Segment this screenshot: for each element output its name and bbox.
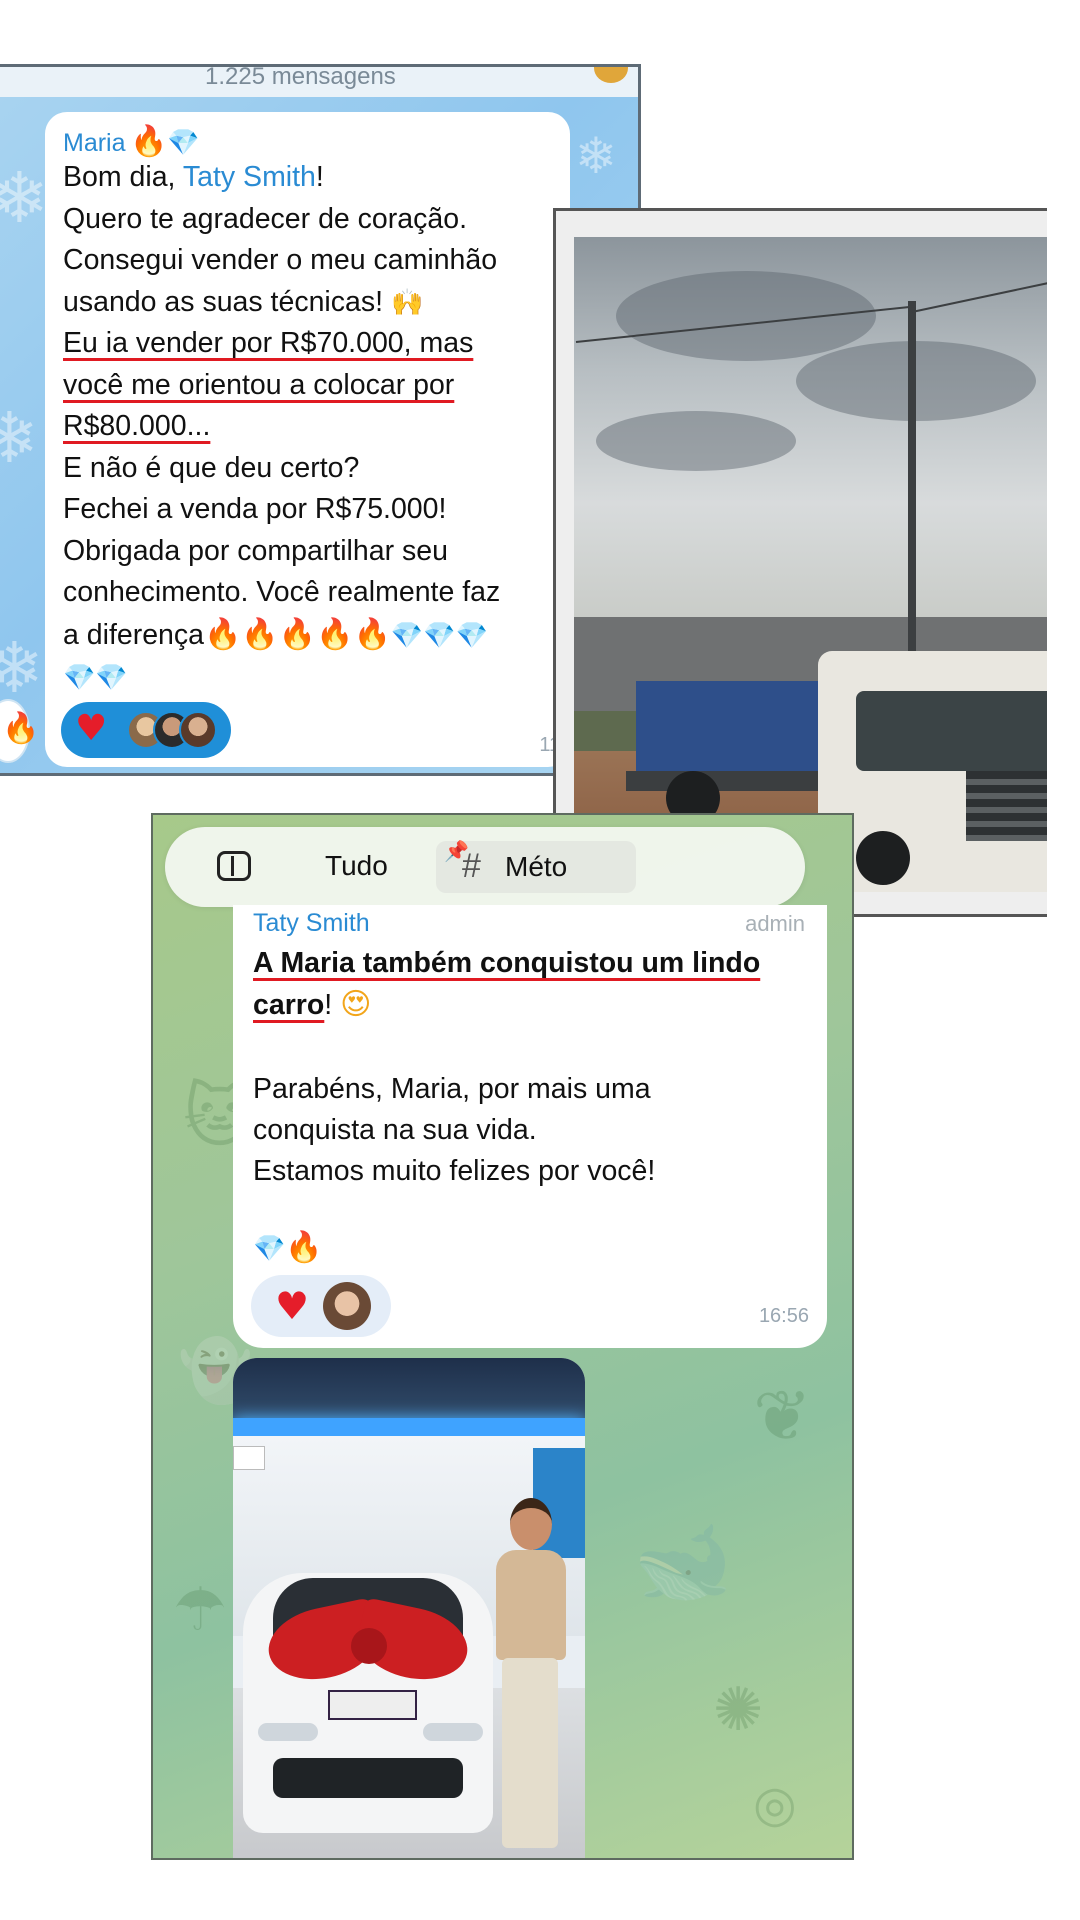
fire-icon: 🔥 [204, 616, 242, 652]
message-count: 1.225 mensagens [205, 64, 396, 90]
maria-message-bubble[interactable]: Maria 🔥💎 Bom dia, Taty Smith! Quero te a… [45, 112, 588, 767]
highlighted-text: R$80.000... [63, 410, 211, 442]
avatar [179, 711, 217, 749]
message-count-bar: 1.225 mensagens [0, 67, 638, 97]
gem-icon: 💎 [63, 663, 96, 693]
admin-badge: admin [745, 911, 805, 936]
gem-icon: 💎 [390, 620, 424, 651]
person [488, 1498, 578, 1858]
mention-link[interactable]: Taty Smith [183, 161, 316, 193]
message-time: 16:56 [758, 1305, 809, 1327]
message-text: Bom dia, Taty Smith! Quero te agradecer … [63, 157, 563, 700]
highlighted-text: você me orientou a colocar por [63, 368, 455, 401]
dino-doodle-icon: ☂ [173, 1575, 227, 1645]
avatar [323, 1282, 371, 1330]
snowflake-icon: ❄ [0, 627, 44, 709]
sender-name[interactable]: Taty Smith [253, 909, 370, 938]
highlighted-text: Eu ia vender por R$70.000, mas [63, 327, 474, 359]
taty-chat-screenshot: 🐱 👻 ☂ ✿ ❦ 🐋 ✺ ◎ Tudo 📌 # Méto Taty Smith… [151, 813, 854, 1860]
fire-icon: 🔥 [278, 616, 317, 652]
gem-icon: 💎 [455, 620, 488, 651]
heart-icon[interactable]: ♥ [75, 708, 107, 749]
taty-message-bubble[interactable]: Taty Smith admin A Maria também conquist… [233, 905, 827, 1348]
ball-doodle-icon: ◎ [753, 1775, 797, 1833]
fire-icon: 🔥 [2, 711, 40, 746]
fire-icon: 🔥 [285, 1230, 323, 1265]
snowflake-icon: ❄ [575, 127, 617, 185]
gem-icon: 💎 [423, 620, 456, 651]
snowflake-icon: ❄ [0, 157, 49, 239]
tab-metodo[interactable]: 📌 # Méto [436, 839, 636, 893]
reaction-bar[interactable]: ♥ [61, 702, 231, 758]
emoji-icon [594, 67, 628, 83]
whale-doodle-icon: 🐋 [633, 1515, 733, 1608]
folder-tab-bar: Tudo 📌 # Méto [165, 827, 805, 907]
snowflake-icon: ❄ [0, 397, 39, 479]
heart-icon[interactable]: ♥ [275, 1284, 309, 1328]
leaf-doodle-icon: ❦ [753, 1375, 812, 1457]
fire-icon: 🔥 [353, 616, 391, 652]
jellyfish-doodle-icon: ✺ [713, 1675, 764, 1745]
sold-truck-photo [553, 208, 1047, 917]
message-headline: A Maria também conquistou um lindo carro… [253, 943, 813, 1026]
gem-icon: 💎 [253, 1234, 286, 1264]
heart-eyes-icon: 😍 [340, 988, 372, 1021]
fire-icon: 🔥 [129, 124, 168, 159]
reaction-bar[interactable]: ♥ [251, 1275, 391, 1337]
gem-icon: 💎 [167, 128, 200, 158]
message-text: Parabéns, Maria, por mais uma conquista … [253, 1073, 656, 1187]
gem-icon: 💎 [95, 663, 128, 693]
new-car-photo[interactable] [233, 1358, 585, 1858]
raised-hands-icon: 🙌 [390, 286, 424, 317]
message-emojis: 💎🔥 [253, 1230, 323, 1265]
hash-icon: # [462, 847, 481, 885]
fire-icon: 🔥 [316, 616, 354, 652]
sender-name[interactable]: Maria 🔥💎 [63, 124, 200, 159]
tab-all[interactable]: Tudo [325, 850, 388, 882]
sidebar-toggle-icon[interactable] [217, 851, 251, 881]
fire-icon: 🔥 [241, 616, 279, 652]
maria-chat-screenshot: ❄ ❄ ❄ ❄ 1.225 mensagens Maria 🔥💎 Bom dia… [0, 64, 641, 776]
